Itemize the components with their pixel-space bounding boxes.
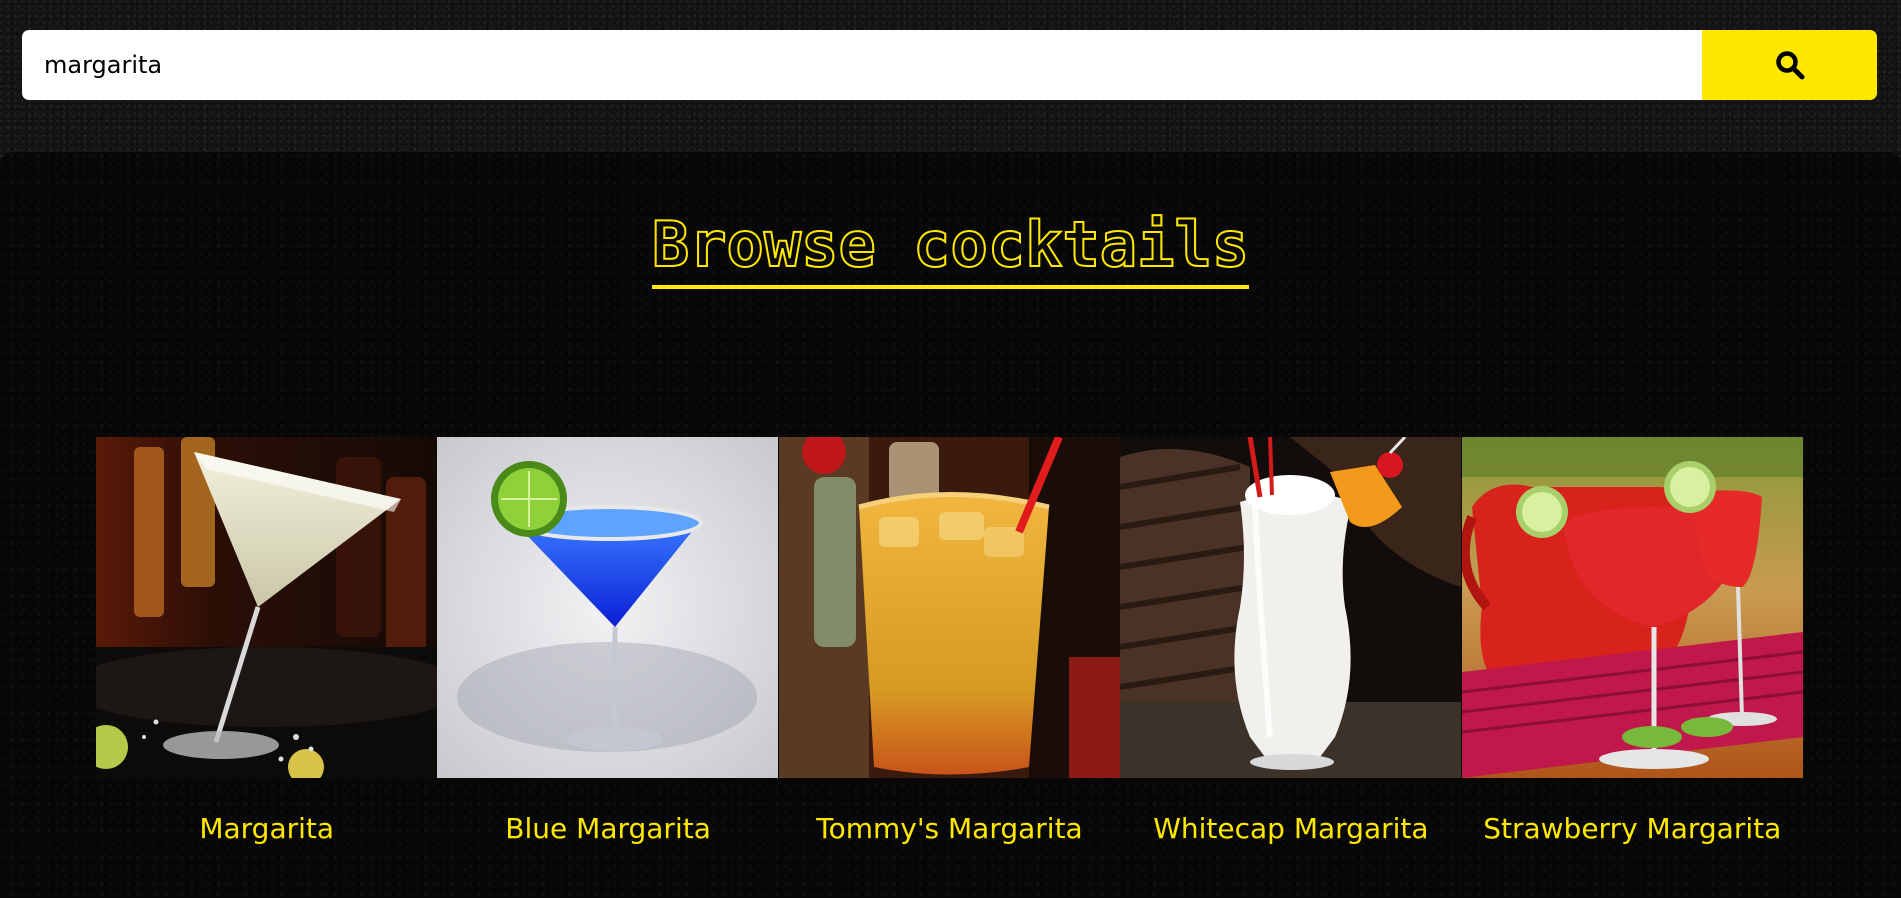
page-title: Browse cocktails	[0, 200, 1901, 290]
cocktail-image-whitecap-margarita[interactable]	[1120, 437, 1462, 778]
cocktail-image-blue-margarita[interactable]	[437, 437, 779, 778]
blue-margarita-photo	[437, 437, 779, 778]
strawberry-margarita-photo	[1461, 437, 1803, 778]
cocktail-image-strawberry-margarita[interactable]	[1461, 437, 1803, 778]
margarita-photo	[96, 437, 437, 778]
cocktail-card-whitecap-margarita[interactable]: Whitecap Margarita	[1120, 437, 1462, 845]
search-input[interactable]	[22, 30, 1702, 100]
search-icon	[1775, 51, 1804, 80]
search-button[interactable]	[1702, 30, 1877, 100]
page-title-text: Browse cocktails	[651, 207, 1250, 289]
cocktail-image-tommys-margarita[interactable]	[778, 437, 1120, 778]
cocktail-name[interactable]: Blue Margarita	[437, 812, 778, 845]
cocktail-name[interactable]: Strawberry Margarita	[1462, 812, 1803, 845]
cocktail-name[interactable]: Margarita	[96, 812, 437, 845]
cocktail-name[interactable]: Whitecap Margarita	[1120, 812, 1461, 845]
cocktail-card-margarita[interactable]: Margarita	[96, 437, 437, 845]
cocktail-name[interactable]: Tommy's Margarita	[779, 812, 1120, 845]
whitecap-margarita-photo	[1120, 437, 1462, 778]
cocktail-card-strawberry-margarita[interactable]: Strawberry Margarita	[1461, 437, 1803, 845]
cocktail-image-margarita[interactable]	[96, 437, 437, 778]
cocktail-card-tommys-margarita[interactable]: Tommy's Margarita	[778, 437, 1120, 845]
tommys-margarita-photo	[778, 437, 1120, 778]
cocktail-grid: Margarita Blue Margarita Tommy's Margari…	[96, 437, 1803, 845]
search-bar	[22, 30, 1877, 100]
cocktail-card-blue-margarita[interactable]: Blue Margarita	[437, 437, 779, 845]
